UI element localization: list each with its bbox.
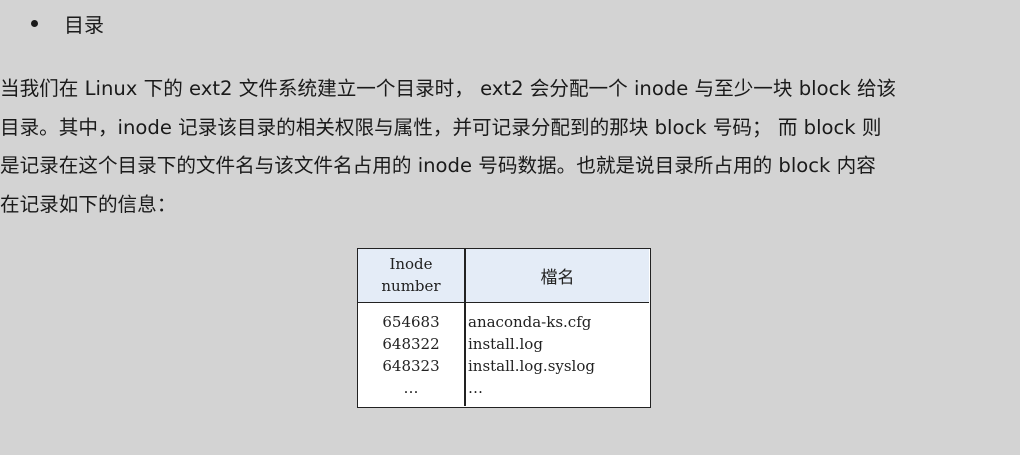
inode-column: 654683 648322 648323 …	[358, 311, 464, 399]
table-cell-inode: …	[403, 379, 419, 397]
bullet-label: 目录	[64, 12, 104, 37]
header-inode-number: Inode number	[358, 253, 464, 297]
paragraph-line: 在记录如下的信息：	[0, 192, 177, 216]
table-cell-filename: install.log.syslog	[468, 357, 595, 375]
filename-column: anaconda-ks.cfg install.log install.log.…	[468, 311, 648, 399]
body-paragraph: 当我们在 Linux 下的 ext2 文件系统建立一个目录时， ext2 会分配…	[0, 70, 1020, 224]
paragraph-line: 目录。其中，inode 记录该目录的相关权限与属性，并可记录分配到的那块 blo…	[0, 115, 882, 139]
paragraph-line: 当我们在 Linux 下的 ext2 文件系统建立一个目录时， ext2 会分配…	[0, 77, 897, 100]
header-filename: 檔名	[540, 268, 575, 288]
bullet-item-directory: 目录	[28, 8, 104, 38]
bullet-dot-icon	[31, 19, 38, 27]
table-cell-filename: anaconda-ks.cfg	[468, 313, 592, 331]
header-inode-line1: Inode	[389, 255, 433, 273]
table-cell-inode: 648322	[382, 335, 440, 353]
table-cell-filename: install.log	[468, 335, 543, 353]
paragraph-line: 是记录在这个目录下的文件名与该文件名占用的 inode 号码数据。也就是说目录所…	[0, 154, 876, 177]
header-inode-line2: number	[381, 277, 441, 295]
directory-block-table: Inode number 檔名 654683 648322 648323 … a…	[357, 248, 651, 408]
table-cell-filename: …	[468, 379, 483, 397]
table-cell-inode: 648323	[382, 357, 440, 375]
table-cell-inode: 654683	[382, 313, 440, 331]
